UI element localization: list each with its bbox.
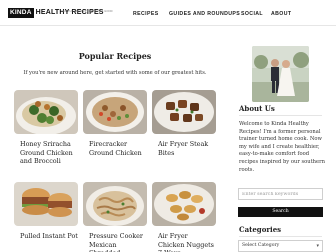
categories-heading: Categories: [239, 225, 282, 234]
chevron-down-icon: ▾: [316, 243, 319, 249]
category-select[interactable]: Select Category ▾: [238, 240, 323, 252]
logo-box: KINDA: [8, 8, 34, 18]
recipe-image[interactable]: [83, 182, 147, 226]
recipe-title[interactable]: Firecracker Ground Chicken: [89, 140, 147, 157]
category-select-value: Select Category: [242, 243, 280, 248]
site-header: KINDA HEALTHY RECIPES HEALTHY RECIPES TH…: [0, 0, 336, 26]
recipe-image[interactable]: [14, 182, 78, 226]
nav-social[interactable]: SOCIAL: [241, 10, 263, 18]
nav-about[interactable]: ABOUT: [271, 10, 291, 18]
recipe-title[interactable]: Pulled Instant Pot: [20, 232, 78, 241]
recipe-title[interactable]: Air Fryer Chicken Nuggets 7 Ways: [158, 232, 216, 252]
nav-guides-and-roundups[interactable]: GUIDES AND ROUNDUPS: [169, 10, 240, 18]
divider: [239, 236, 322, 237]
about-heading: About Us: [239, 104, 275, 113]
recipe-title[interactable]: Honey Sriracha Ground Chicken and Brocco…: [20, 140, 78, 166]
recipe-image[interactable]: [152, 182, 216, 226]
divider: [239, 115, 322, 116]
popular-recipes-heading: Popular Recipes: [78, 51, 152, 61]
recipe-image[interactable]: [14, 90, 78, 134]
about-text: Welcome to Kinda Healthy Recipes! I'm a …: [239, 121, 325, 173]
search-button[interactable]: Search: [238, 207, 323, 217]
recipe-image[interactable]: [83, 90, 147, 134]
search-input[interactable]: [238, 188, 323, 200]
nav-recipes[interactable]: RECIPES: [133, 10, 159, 18]
about-photo: [252, 46, 309, 102]
popular-recipes-subtitle: If you're new around here, get started w…: [23, 70, 207, 76]
recipe-title[interactable]: Air Fryer Steak Bites: [158, 140, 216, 157]
logo-tagline: HEALTHY RECIPES THAT TASTE GOOD: [61, 10, 113, 13]
recipe-image[interactable]: [152, 90, 216, 134]
recipe-title[interactable]: Pressure Cooker Mexican Shredded: [89, 232, 147, 252]
